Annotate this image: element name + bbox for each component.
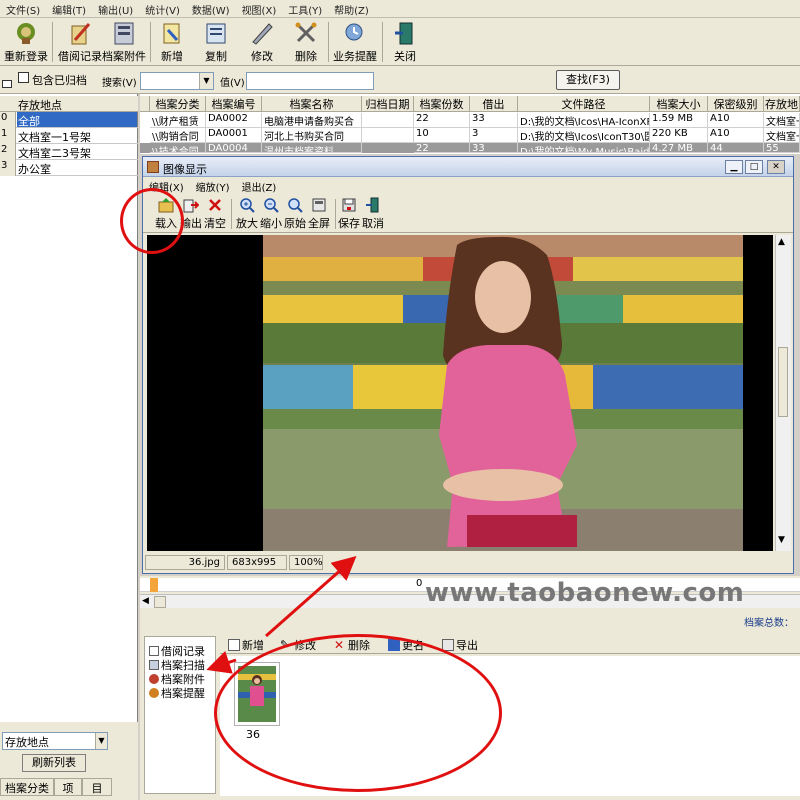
annotation-arrows [206, 556, 357, 674]
